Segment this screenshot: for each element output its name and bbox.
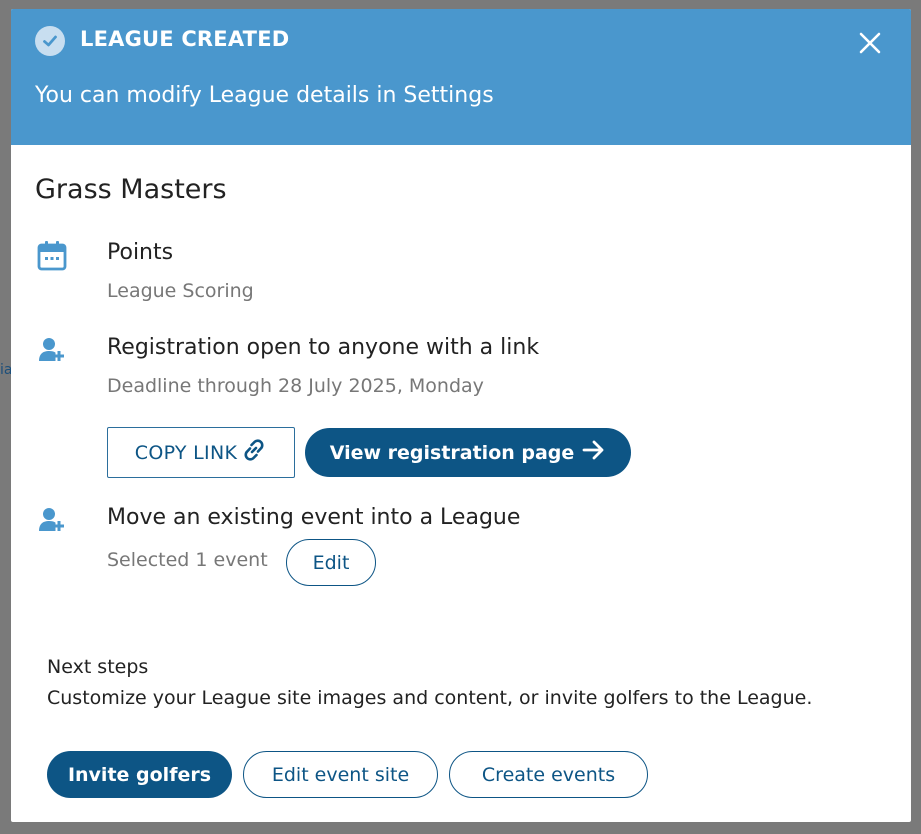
league-name: Grass Masters (35, 174, 227, 205)
league-created-dialog: LEAGUE CREATED You can modify League det… (11, 9, 911, 822)
success-banner: LEAGUE CREATED You can modify League det… (11, 9, 911, 145)
arrow-right-icon (582, 439, 606, 466)
view-registration-label: View registration page (329, 441, 575, 464)
banner-title: LEAGUE CREATED (80, 27, 290, 51)
invite-golfers-button[interactable]: Invite golfers (47, 751, 232, 798)
create-events-button[interactable]: Create events (449, 751, 648, 798)
existing-event-title: Move an existing event into a League (107, 505, 521, 530)
next-steps-description: Customize your League site images and co… (47, 687, 813, 709)
banner-subtitle: You can modify League details in Setting… (35, 83, 494, 108)
close-icon[interactable] (857, 30, 883, 56)
registration-title: Registration open to anyone with a link (107, 335, 540, 360)
selected-events-text: Selected 1 event (107, 549, 268, 571)
copy-link-button[interactable]: COPY LINK (107, 427, 295, 478)
add-user-icon (37, 506, 65, 538)
edit-events-button[interactable]: Edit (286, 539, 376, 586)
link-icon (241, 437, 267, 468)
scoring-subtitle: League Scoring (107, 280, 254, 302)
calendar-icon (37, 240, 67, 275)
edit-event-site-button[interactable]: Edit event site (243, 751, 438, 798)
view-registration-page-button[interactable]: View registration page (305, 428, 631, 477)
add-user-icon (37, 336, 65, 368)
registration-deadline: Deadline through 28 July 2025, Monday (107, 375, 484, 397)
scoring-title: Points (107, 240, 174, 265)
check-circle-icon (35, 26, 65, 56)
next-steps-title: Next steps (47, 656, 149, 678)
copy-link-label: COPY LINK (134, 441, 238, 464)
